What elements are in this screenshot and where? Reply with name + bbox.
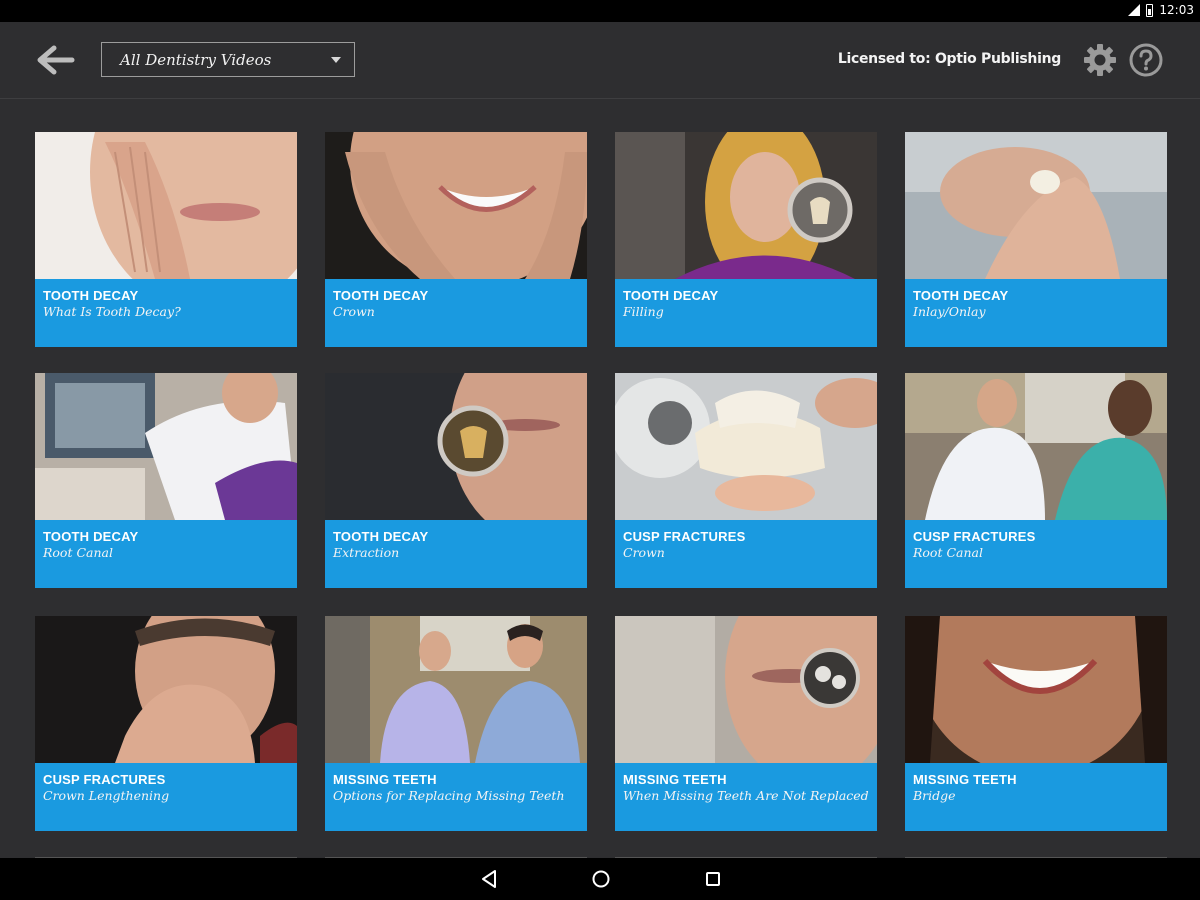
video-card[interactable]: CUSP FRACTURES Crown Lengthening: [35, 616, 297, 831]
video-thumbnail: [905, 373, 1167, 520]
video-thumbnail: [325, 616, 587, 763]
video-caption: TOOTH DECAY What Is Tooth Decay?: [35, 279, 297, 347]
status-bar: 12:03: [0, 0, 1200, 22]
video-thumbnail: [35, 616, 297, 763]
back-button[interactable]: [34, 42, 78, 78]
status-icons: 12:03: [1128, 3, 1194, 17]
app-screen: All Dentistry Videos Licensed to: Optio …: [0, 22, 1200, 859]
help-icon: [1129, 43, 1163, 77]
dropdown-selected-value: All Dentistry Videos: [120, 51, 272, 69]
video-title: Extraction: [333, 545, 400, 560]
video-caption: CUSP FRACTURES Crown: [615, 520, 877, 588]
nav-home-button[interactable]: [589, 868, 613, 890]
video-category: MISSING TEETH: [623, 772, 727, 787]
video-title: Bridge: [913, 788, 956, 803]
video-thumbnail: [325, 373, 587, 520]
video-caption: TOOTH DECAY Root Canal: [35, 520, 297, 588]
video-title: Inlay/Onlay: [913, 304, 986, 319]
video-title: Crown Lengthening: [43, 788, 170, 803]
nav-home-icon: [592, 870, 610, 888]
nav-back-icon: [482, 870, 496, 888]
video-card[interactable]: TOOTH DECAY Filling: [615, 132, 877, 347]
video-category: TOOTH DECAY: [43, 529, 139, 544]
video-caption: TOOTH DECAY Filling: [615, 279, 877, 347]
video-card[interactable]: CUSP FRACTURES Root Canal: [905, 373, 1167, 588]
video-filter-dropdown[interactable]: All Dentistry Videos: [101, 42, 355, 77]
video-category: CUSP FRACTURES: [43, 772, 166, 787]
video-category: MISSING TEETH: [913, 772, 1017, 787]
video-thumbnail: [325, 132, 587, 279]
video-title: Crown: [333, 304, 375, 319]
video-title: Root Canal: [43, 545, 113, 560]
toolbar: All Dentistry Videos Licensed to: Optio …: [0, 22, 1200, 99]
video-category: TOOTH DECAY: [43, 288, 139, 303]
nav-recents-icon: [706, 872, 720, 886]
video-caption: CUSP FRACTURES Crown Lengthening: [35, 763, 297, 831]
signal-icon: [1128, 4, 1141, 16]
video-thumbnail: [35, 373, 297, 520]
gear-icon: [1084, 44, 1116, 76]
back-arrow-icon: [37, 45, 75, 75]
video-card[interactable]: TOOTH DECAY Inlay/Onlay: [905, 132, 1167, 347]
video-thumbnail: [905, 616, 1167, 763]
video-title: When Missing Teeth Are Not Replaced: [623, 788, 869, 803]
video-caption: MISSING TEETH When Missing Teeth Are Not…: [615, 763, 877, 831]
nav-recents-button[interactable]: [701, 868, 725, 890]
video-card[interactable]: MISSING TEETH Bridge: [905, 616, 1167, 831]
video-title: Filling: [623, 304, 664, 319]
video-category: TOOTH DECAY: [623, 288, 719, 303]
video-thumbnail: [615, 616, 877, 763]
video-card[interactable]: CUSP FRACTURES Crown: [615, 373, 877, 588]
video-caption: CUSP FRACTURES Root Canal: [905, 520, 1167, 588]
video-card[interactable]: TOOTH DECAY Extraction: [325, 373, 587, 588]
video-thumbnail: [905, 132, 1167, 279]
video-card[interactable]: TOOTH DECAY Crown: [325, 132, 587, 347]
video-title: Options for Replacing Missing Teeth: [333, 788, 565, 803]
license-text: Licensed to: Optio Publishing: [837, 51, 1061, 67]
video-caption: MISSING TEETH Bridge: [905, 763, 1167, 831]
nav-back-button[interactable]: [477, 868, 501, 890]
video-caption: TOOTH DECAY Inlay/Onlay: [905, 279, 1167, 347]
video-title: Root Canal: [913, 545, 983, 560]
video-thumbnail: [615, 132, 877, 279]
video-category: MISSING TEETH: [333, 772, 437, 787]
video-category: TOOTH DECAY: [333, 529, 429, 544]
settings-button[interactable]: [1082, 42, 1118, 78]
video-category: TOOTH DECAY: [913, 288, 1009, 303]
video-title: Crown: [623, 545, 665, 560]
video-thumbnail: [615, 373, 877, 520]
help-button[interactable]: [1128, 42, 1164, 78]
dropdown-caret-icon: [331, 57, 341, 63]
video-card[interactable]: TOOTH DECAY What Is Tooth Decay?: [35, 132, 297, 347]
video-caption: TOOTH DECAY Crown: [325, 279, 587, 347]
video-card[interactable]: MISSING TEETH Options for Replacing Miss…: [325, 616, 587, 831]
video-title: What Is Tooth Decay?: [43, 304, 181, 319]
video-caption: TOOTH DECAY Extraction: [325, 520, 587, 588]
video-card[interactable]: TOOTH DECAY Root Canal: [35, 373, 297, 588]
video-category: TOOTH DECAY: [333, 288, 429, 303]
navigation-bar: [0, 858, 1200, 900]
video-card[interactable]: MISSING TEETH When Missing Teeth Are Not…: [615, 616, 877, 831]
video-thumbnail: [35, 132, 297, 279]
battery-icon: [1146, 3, 1154, 17]
status-time: 12:03: [1159, 3, 1194, 17]
video-category: CUSP FRACTURES: [913, 529, 1036, 544]
video-caption: MISSING TEETH Options for Replacing Miss…: [325, 763, 587, 831]
video-category: CUSP FRACTURES: [623, 529, 746, 544]
